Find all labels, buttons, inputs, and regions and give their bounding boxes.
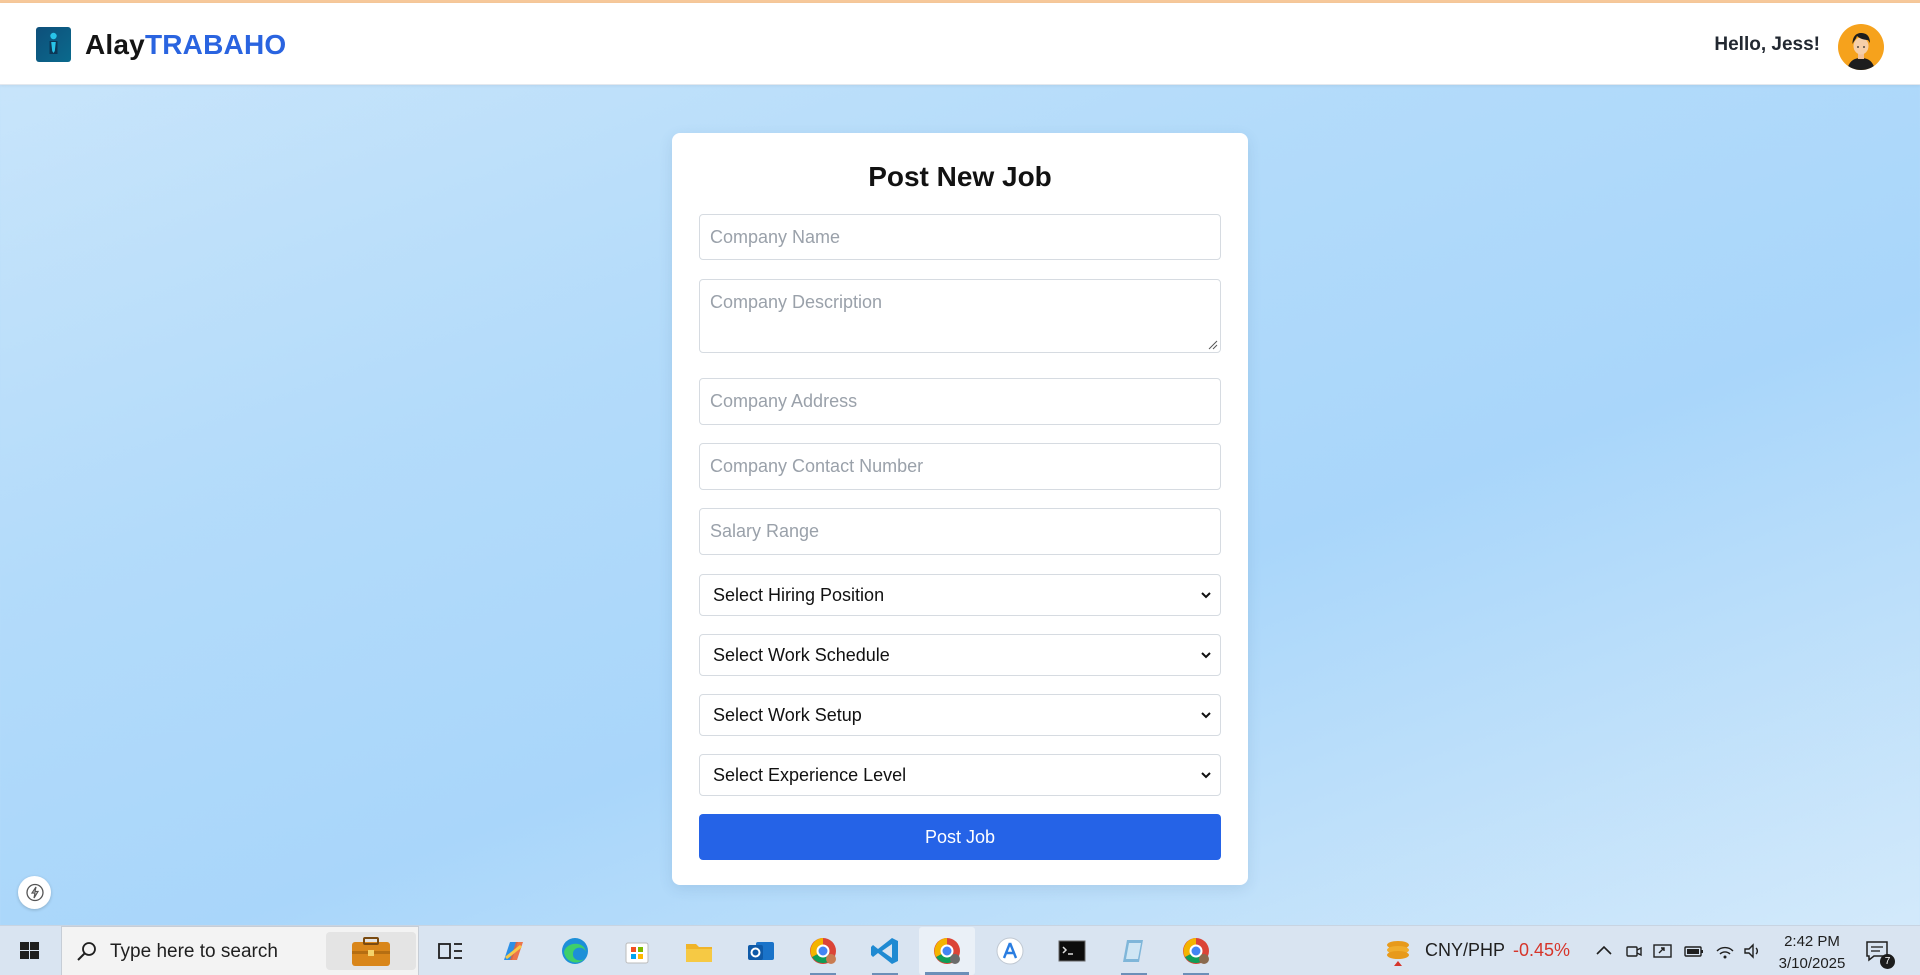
hiring-position-select[interactable]: Select Hiring Position xyxy=(699,574,1221,616)
work-schedule-value: Select Work Schedule xyxy=(713,645,890,665)
experience-level-select[interactable]: Select Experience Level xyxy=(699,754,1221,796)
ticker-pair: CNY/PHP xyxy=(1425,940,1506,960)
copilot-icon[interactable] xyxy=(496,934,530,968)
chrome-profile-3-icon[interactable] xyxy=(1179,934,1213,975)
battery-icon[interactable] xyxy=(1683,941,1705,961)
company-name-input[interactable] xyxy=(699,214,1221,260)
notepad-icon[interactable] xyxy=(1117,934,1151,975)
salary-range-input[interactable] xyxy=(699,508,1221,555)
lightning-icon xyxy=(26,883,44,902)
work-schedule-select[interactable]: Select Work Schedule xyxy=(699,634,1221,676)
chevron-up-icon[interactable] xyxy=(1594,941,1614,961)
company-description-textarea[interactable] xyxy=(699,279,1221,353)
user-greeting: Hello, Jess! xyxy=(1714,34,1820,55)
search-placeholder: Type here to search xyxy=(110,941,278,962)
clock-time: 2:42 PM xyxy=(1784,933,1840,950)
microsoft-store-icon[interactable] xyxy=(620,934,654,968)
chrome-profile-1-icon[interactable] xyxy=(806,934,840,975)
chevron-down-icon xyxy=(1201,652,1211,659)
app-header: AlayTRABAHO Hello, Jess! xyxy=(0,3,1920,85)
outlook-icon[interactable] xyxy=(744,934,778,968)
meet-now-icon[interactable] xyxy=(1624,941,1644,961)
hiring-position-value: Select Hiring Position xyxy=(713,585,885,605)
start-button[interactable] xyxy=(0,926,60,975)
user-avatar[interactable] xyxy=(1838,24,1884,70)
search-icon xyxy=(77,942,96,961)
terminal-icon[interactable] xyxy=(1055,934,1089,968)
work-setup-value: Select Work Setup xyxy=(713,705,862,725)
app-store-icon[interactable] xyxy=(993,934,1027,968)
chrome-profile-2-icon[interactable] xyxy=(919,927,975,975)
form-title: Post New Job xyxy=(868,161,1052,192)
screen-share-icon[interactable] xyxy=(1652,941,1674,961)
resize-grip-icon[interactable] xyxy=(1208,340,1218,350)
currency-widget-icon[interactable] xyxy=(1383,937,1413,967)
logo[interactable]: AlayTRABAHO xyxy=(36,27,286,62)
windows-logo-icon xyxy=(20,942,39,959)
volume-icon[interactable] xyxy=(1742,941,1764,961)
company-contact-input[interactable] xyxy=(699,443,1221,490)
chevron-down-icon xyxy=(1201,712,1211,719)
post-job-card: Post New Job Select Hiring Position Sele… xyxy=(672,133,1248,885)
file-explorer-icon[interactable] xyxy=(682,934,716,968)
chevron-down-icon xyxy=(1201,592,1211,599)
taskbar-search[interactable]: Type here to search xyxy=(61,926,419,975)
edge-icon[interactable] xyxy=(558,934,592,968)
brand-logo-icon xyxy=(36,27,71,62)
quick-action-button[interactable] xyxy=(18,876,51,909)
vscode-icon[interactable] xyxy=(868,934,902,975)
company-address-input[interactable] xyxy=(699,378,1221,425)
search-highlight[interactable] xyxy=(326,932,416,970)
chevron-down-icon xyxy=(1201,772,1211,779)
task-view-icon[interactable] xyxy=(433,934,467,968)
currency-ticker[interactable]: CNY/PHP -0.45% xyxy=(1425,940,1570,961)
windows-taskbar: Type here to search CNY/PHP -0.45% 2:42 … xyxy=(0,925,1920,975)
experience-level-value: Select Experience Level xyxy=(713,765,907,785)
system-clock[interactable]: 2:42 PM 3/10/2025 xyxy=(1772,931,1852,975)
clock-date: 3/10/2025 xyxy=(1778,955,1846,972)
wifi-icon[interactable] xyxy=(1714,941,1736,961)
notification-badge: 7 xyxy=(1880,954,1895,969)
work-setup-select[interactable]: Select Work Setup xyxy=(699,694,1221,736)
post-job-button[interactable]: Post Job xyxy=(699,814,1221,860)
brand-name: AlayTRABAHO xyxy=(85,28,287,60)
company-description-wrapper xyxy=(699,279,1221,353)
ticker-change: -0.45% xyxy=(1513,940,1571,960)
briefcase-icon xyxy=(352,937,390,966)
